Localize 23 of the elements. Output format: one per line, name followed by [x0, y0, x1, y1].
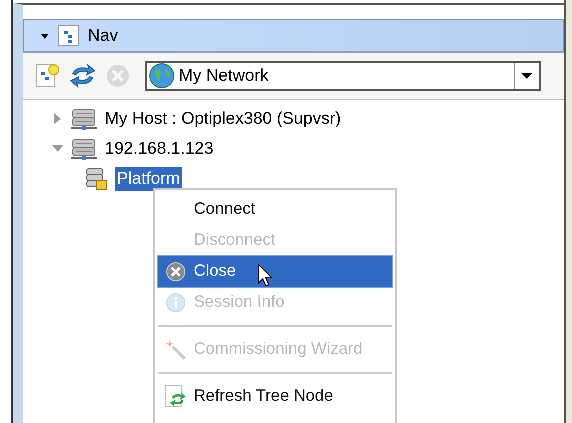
caret-icon	[521, 72, 533, 80]
server-icon	[71, 107, 97, 131]
tree-item[interactable]: My Host : Optiplex380 (Supvsr)	[103, 107, 344, 131]
menu-item[interactable]: Refresh Tree Node	[158, 381, 392, 412]
server-icon	[71, 137, 97, 161]
tree-item[interactable]: Platform	[115, 167, 182, 191]
locked-database-icon	[85, 167, 109, 191]
globe-icon	[149, 63, 175, 89]
close-icon	[166, 262, 186, 282]
collapse-arrow-icon[interactable]	[40, 32, 50, 40]
magic-wand-icon	[165, 338, 187, 360]
mouse-cursor-icon	[258, 264, 274, 288]
info-icon	[166, 292, 186, 312]
splitter-bar[interactable]	[564, 0, 572, 423]
tree-item[interactable]: 192.168.1.123	[103, 137, 216, 161]
new-document-icon[interactable]	[35, 62, 61, 90]
network-dropdown[interactable]: My Network	[145, 61, 541, 91]
menu-item[interactable]: Close	[158, 256, 392, 287]
panel-title: Nav	[88, 26, 118, 46]
refresh-icon[interactable]	[69, 62, 97, 90]
refresh-document-icon	[165, 384, 187, 408]
tree-view-icon	[58, 24, 80, 46]
menu-item[interactable]: Connect	[158, 194, 392, 225]
